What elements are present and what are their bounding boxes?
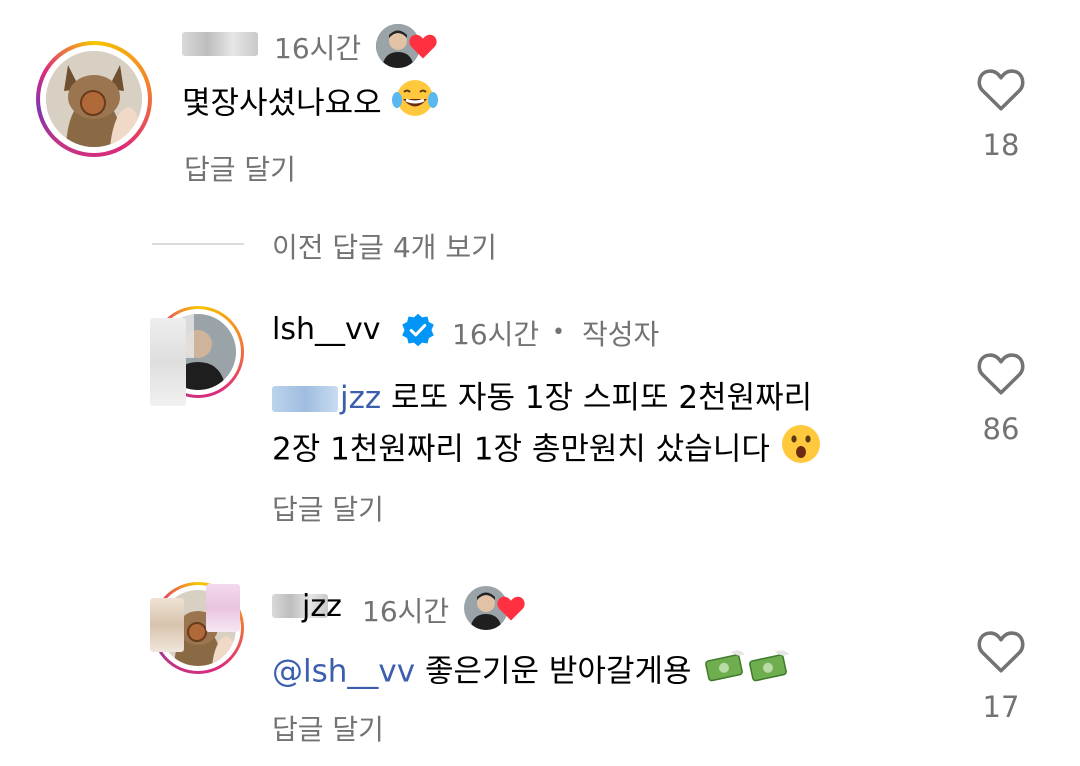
reply-time: 16시간: [362, 595, 450, 628]
laughing-tears-emoji-icon: [391, 78, 438, 132]
reply-username[interactable]: lsh__vv: [272, 312, 381, 347]
separator-dot: •: [552, 320, 565, 345]
author-tag: 작성자: [582, 318, 660, 351]
username-censored[interactable]: [182, 32, 258, 56]
reply-button[interactable]: 답글 달기: [184, 148, 296, 188]
reply-button[interactable]: 답글 달기: [272, 708, 384, 748]
heart-badge-icon: [408, 32, 438, 60]
avatar-ring[interactable]: [36, 41, 152, 157]
mention-link[interactable]: @lsh__vv: [272, 653, 415, 689]
reply-time: 16시간: [452, 318, 540, 351]
reply-line-1: 로또 자동 1장 스피또 2천원짜리: [391, 380, 813, 416]
comment-body: 몇장사셨나요오: [182, 85, 382, 122]
mention-link[interactable]: jzz: [340, 380, 381, 416]
view-previous-replies-button[interactable]: 이전 답글 4개 보기: [272, 226, 497, 266]
surprised-face-emoji-icon: [780, 423, 822, 479]
like-heart-icon[interactable]: [976, 66, 1026, 112]
avatar: [46, 51, 142, 147]
reply-button[interactable]: 답글 달기: [272, 488, 384, 528]
verified-badge-icon: [400, 312, 436, 352]
like-count: 18: [982, 128, 1020, 162]
like-heart-icon[interactable]: [976, 628, 1026, 674]
avatar-censor-overlay: [150, 318, 186, 406]
comment-time: 16시간: [274, 32, 362, 65]
reply-text: jzz 로또 자동 1장 스피또 2천원짜리: [272, 375, 812, 422]
reply-text: @lsh__vv 좋은기운 받아갈게용: [272, 646, 791, 700]
like-heart-icon[interactable]: [976, 350, 1026, 396]
heart-badge-icon: [496, 594, 526, 622]
avatar-censor-overlay: [206, 584, 240, 632]
reply-line-2: 2장 1천원짜리 1장 총만원치 샀습니다: [272, 431, 770, 468]
reply-body: 좋은기운 받아갈게용: [424, 653, 692, 690]
reply-username[interactable]: jzz: [302, 589, 342, 624]
like-count: 86: [982, 412, 1020, 446]
thread-divider-line: [152, 243, 244, 245]
avatar-censor-overlay: [150, 598, 184, 652]
money-with-wings-emoji-icon: [701, 646, 791, 700]
like-count: 17: [982, 690, 1020, 724]
reply-text-line2: 2장 1천원짜리 1장 총만원치 샀습니다: [272, 423, 822, 479]
comment-text: 몇장사셨나요오: [182, 78, 438, 132]
